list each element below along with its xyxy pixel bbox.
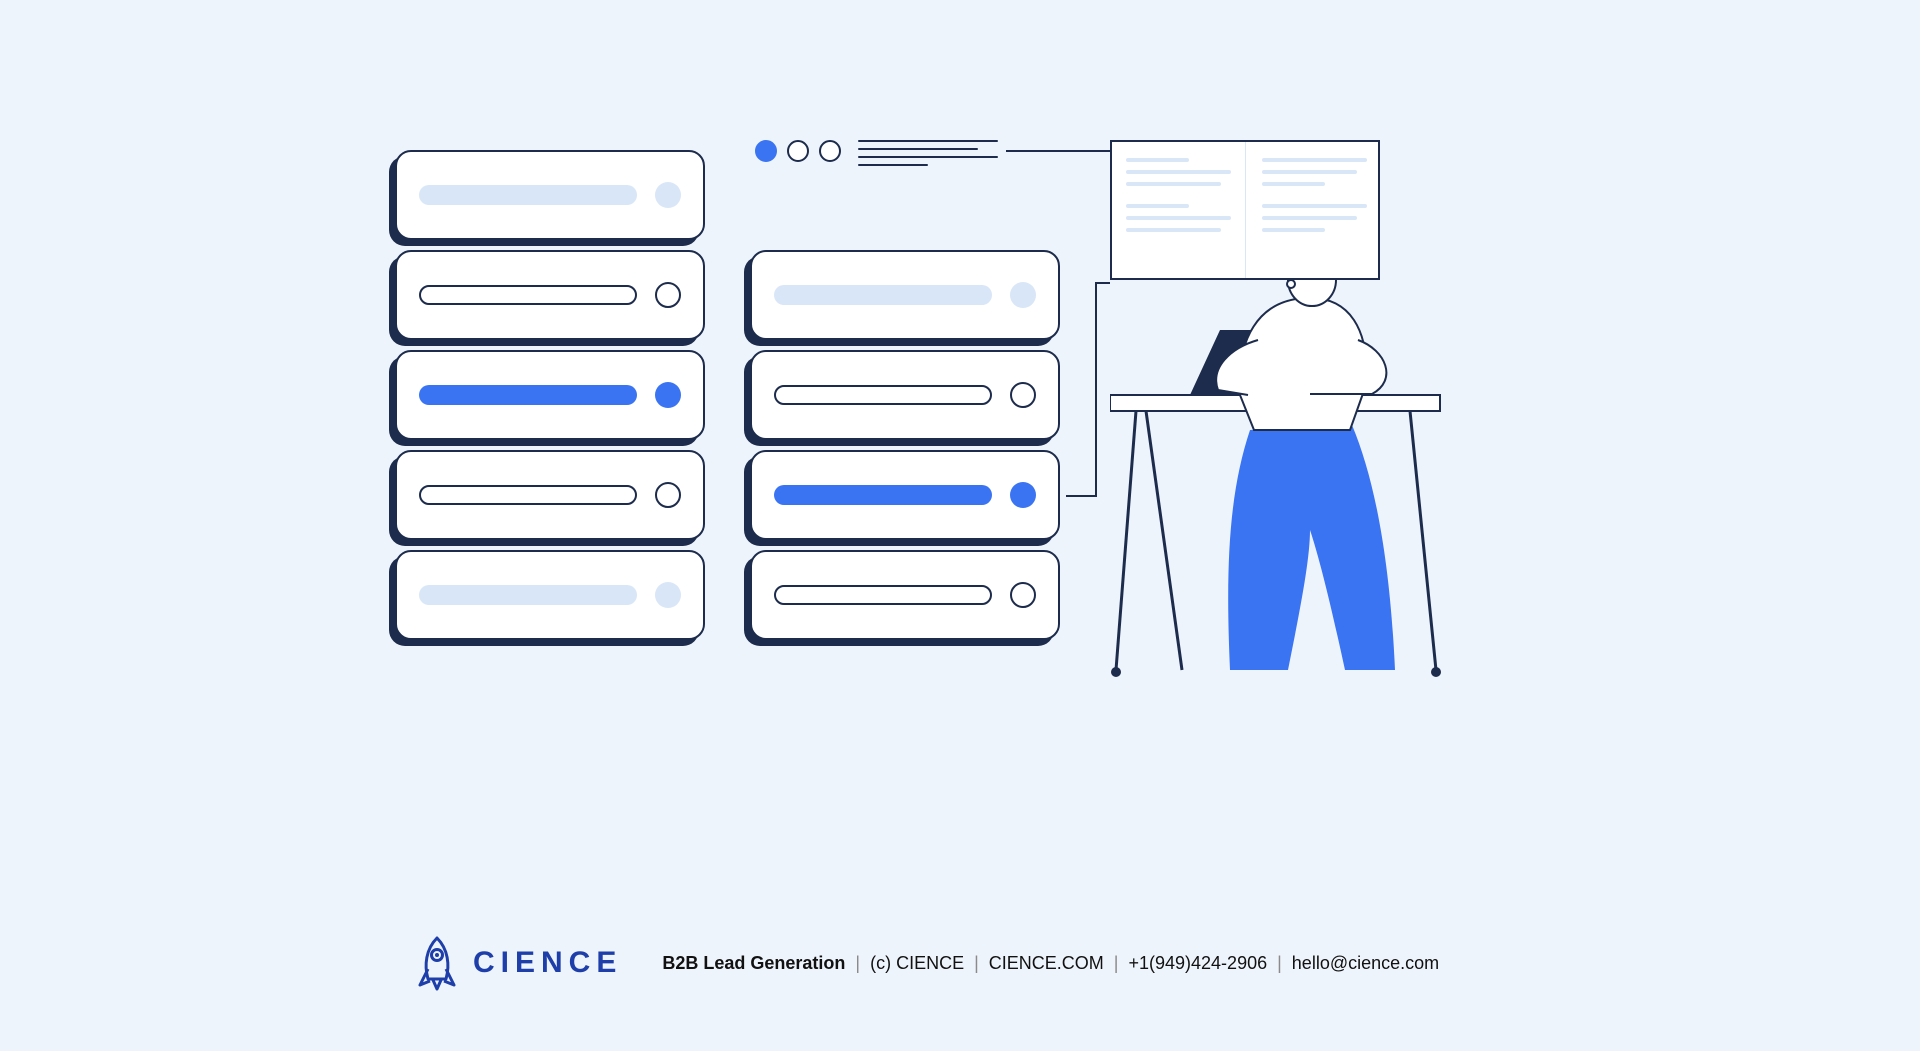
rocket-icon bbox=[415, 935, 459, 991]
step-indicator bbox=[755, 140, 841, 162]
drawer-item-selected bbox=[750, 450, 1060, 540]
person-at-desk-illustration bbox=[1110, 230, 1480, 690]
footer-site: CIENCE.COM bbox=[989, 953, 1104, 974]
hero-illustration bbox=[190, 40, 1730, 880]
connector-line bbox=[1066, 495, 1096, 497]
step-dot-icon bbox=[819, 140, 841, 162]
step-dot-icon bbox=[787, 140, 809, 162]
footer-copyright: (c) CIENCE bbox=[870, 953, 964, 974]
connector-line bbox=[1095, 282, 1110, 284]
drawer-item bbox=[750, 550, 1060, 640]
drawer-item-selected bbox=[395, 350, 705, 440]
footer: CIENCE B2B Lead Generation | (c) CIENCE … bbox=[190, 935, 1730, 991]
drawer-item bbox=[750, 250, 1060, 340]
brand-logo: CIENCE bbox=[415, 935, 622, 991]
footer-tagline: B2B Lead Generation bbox=[662, 953, 845, 973]
text-lines-icon bbox=[858, 140, 998, 166]
drawer-item bbox=[750, 350, 1060, 440]
footer-phone: +1(949)424-2906 bbox=[1128, 953, 1267, 974]
connector-line bbox=[1006, 150, 1110, 152]
brand-name: CIENCE bbox=[473, 946, 622, 980]
connector-line bbox=[1095, 282, 1097, 497]
drawer-item bbox=[395, 150, 705, 240]
drawer-item bbox=[395, 250, 705, 340]
footer-email: hello@cience.com bbox=[1292, 953, 1439, 974]
footer-meta: B2B Lead Generation | (c) CIENCE | CIENC… bbox=[662, 953, 1439, 974]
document-panel bbox=[1110, 140, 1380, 280]
drawer-item bbox=[395, 450, 705, 540]
step-dot-icon bbox=[755, 140, 777, 162]
drawer-item bbox=[395, 550, 705, 640]
